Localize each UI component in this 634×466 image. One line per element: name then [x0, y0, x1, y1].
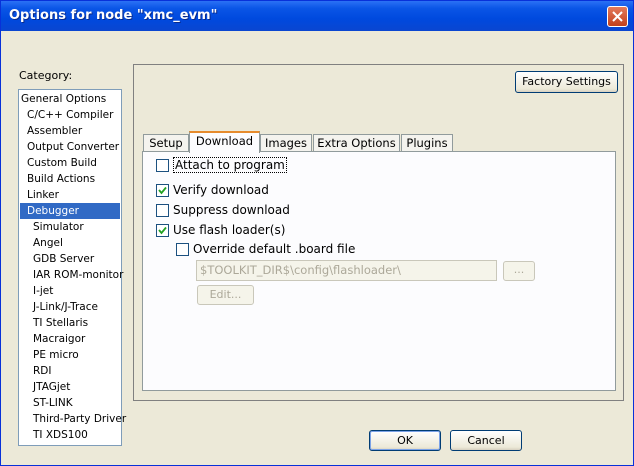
checkmark-icon [158, 186, 167, 195]
tab-download[interactable]: Download [189, 131, 260, 153]
factory-settings-button[interactable]: Factory Settings [515, 71, 618, 93]
use-flash-loaders-label[interactable]: Use flash loader(s) [173, 223, 285, 237]
category-item-gdb-server[interactable]: GDB Server [33, 251, 133, 267]
category-item-debugger[interactable]: Debugger [20, 203, 120, 219]
verify-download-checkbox[interactable] [156, 184, 169, 197]
browse-button[interactable]: ... [503, 261, 535, 281]
edit-button[interactable]: Edit... [197, 285, 254, 305]
category-item-j-link[interactable]: J-Link/J-Trace [33, 299, 133, 315]
tab-plugins[interactable]: Plugins [401, 134, 453, 152]
cancel-button[interactable]: Cancel [450, 430, 522, 451]
category-item-general-options[interactable]: General Options [21, 91, 121, 107]
category-item-ti-xds100[interactable]: TI XDS100 [33, 427, 133, 443]
category-item-jtagjet[interactable]: JTAGjet [33, 379, 133, 395]
category-item-i-jet[interactable]: I-jet [33, 283, 133, 299]
tab-setup[interactable]: Setup [143, 134, 189, 152]
close-icon [612, 11, 623, 22]
tab-images[interactable]: Images [260, 134, 312, 152]
category-item-simulator[interactable]: Simulator [33, 219, 133, 235]
category-label: Category: [19, 69, 73, 82]
category-item-iar-rom-monitor[interactable]: IAR ROM-monitor [33, 267, 133, 283]
category-item-linker[interactable]: Linker [27, 187, 127, 203]
override-board-file-checkbox[interactable] [176, 243, 189, 256]
category-item-ti-stellaris[interactable]: TI Stellaris [33, 315, 133, 331]
use-flash-loaders-checkbox[interactable] [156, 224, 169, 237]
category-item-angel[interactable]: Angel [33, 235, 133, 251]
category-item-rdi[interactable]: RDI [33, 363, 133, 379]
board-file-path-field[interactable]: $TOOLKIT_DIR$\config\flashloader\ [196, 260, 497, 281]
tab-extra-options[interactable]: Extra Options [313, 134, 400, 152]
attach-to-program-checkbox[interactable] [156, 159, 169, 172]
category-item-third-party-driver[interactable]: Third-Party Driver [33, 411, 133, 427]
suppress-download-checkbox[interactable] [156, 204, 169, 217]
close-button[interactable] [607, 6, 628, 27]
suppress-download-label[interactable]: Suppress download [173, 203, 290, 217]
category-item-output-converter[interactable]: Output Converter [27, 139, 127, 155]
ok-button[interactable]: OK [369, 430, 441, 451]
override-board-file-label[interactable]: Override default .board file [193, 242, 355, 256]
category-item-macraigor[interactable]: Macraigor [33, 331, 133, 347]
checkmark-icon [158, 226, 167, 235]
category-item-custom-build[interactable]: Custom Build [27, 155, 127, 171]
category-item-c-cpp-compiler[interactable]: C/C++ Compiler [27, 107, 127, 123]
attach-to-program-label[interactable]: Attach to program [173, 157, 287, 173]
verify-download-label[interactable]: Verify download [173, 183, 269, 197]
category-item-assembler[interactable]: Assembler [27, 123, 127, 139]
category-item-build-actions[interactable]: Build Actions [27, 171, 127, 187]
category-list[interactable]: General Options C/C++ Compiler Assembler… [18, 89, 126, 446]
title-bar[interactable]: Options for node "xmc_evm" [1, 1, 633, 31]
category-item-st-link[interactable]: ST-LINK [33, 395, 133, 411]
window-title: Options for node "xmc_evm" [9, 8, 218, 23]
category-item-pe-micro[interactable]: PE micro [33, 347, 133, 363]
